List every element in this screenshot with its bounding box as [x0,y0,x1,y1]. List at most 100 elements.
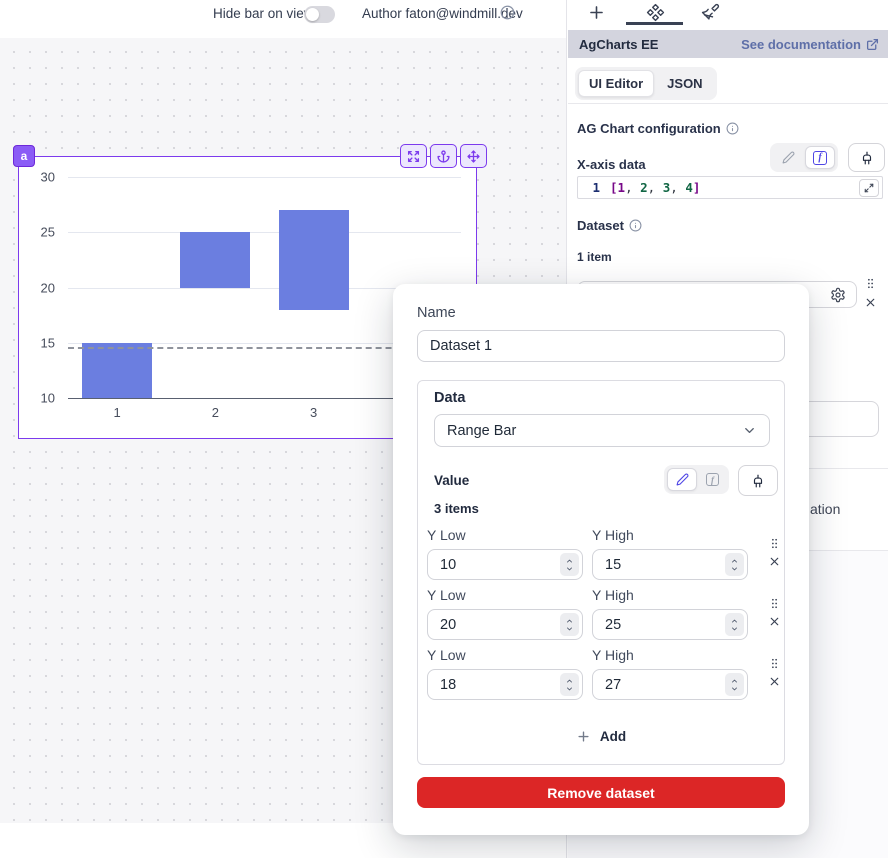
y-axis-tick: 15 [19,335,55,350]
gridline [68,232,461,233]
value-col: Y High [592,587,748,640]
see-documentation-link[interactable]: See documentation [741,37,879,52]
component-icon [646,3,665,22]
add-item-button[interactable]: Add [418,729,784,744]
hide-bar-label: Hide bar on view [213,6,314,21]
fx-icon: f [813,151,827,165]
row-remove-icon[interactable] [768,555,781,568]
x-axis-tick: 1 [87,405,147,420]
code-token: , [625,180,640,195]
component-id-badge: a [13,145,35,167]
remove-dataset-button[interactable]: Remove dataset [417,777,785,808]
value-eval-mode-button[interactable]: f [699,468,726,491]
move-component-button[interactable] [460,144,487,168]
x-axis-tick: 2 [185,405,245,420]
anchor-icon [437,150,450,163]
row-remove-icon[interactable] [768,615,781,628]
dataset-settings-modal: Name Data Range Bar Value f [393,284,809,835]
value-col: Y Low [427,527,583,580]
xaxis-connect-button[interactable] [848,143,885,172]
name-label: Name [417,305,456,321]
dataset-name-input[interactable] [417,330,785,362]
author-label: Author faton@windmill.dev [362,6,523,21]
row-handles [768,597,781,628]
brush-icon [701,3,720,22]
value-input-mode-group: f [664,465,729,494]
row-handles [768,537,781,568]
code-expand-button[interactable] [859,179,879,197]
value-label: Value [434,473,469,488]
y-low-label: Y Low [427,527,583,545]
plus-icon [587,3,606,22]
tab-styling[interactable] [701,3,720,22]
pencil-icon [676,473,689,486]
editor-mode-tabs: UI Editor JSON [575,67,717,100]
anchor-component-button[interactable] [430,144,457,168]
xaxis-input-mode-group: f [770,143,838,172]
tab-json[interactable]: JSON [656,70,713,97]
row-drag-handle[interactable] [768,597,781,610]
gridline [68,177,461,178]
component-title: AgCharts EE [579,37,658,52]
row-handles [768,657,781,688]
stepper-control[interactable] [560,673,579,696]
chevron-down-icon [742,423,757,438]
y-axis-tick: 25 [19,225,55,240]
tab-component-settings[interactable] [646,3,665,22]
y-high-label: Y High [592,587,748,605]
xaxis-static-mode-button[interactable] [773,146,803,169]
stepper-control[interactable] [560,613,579,636]
y-axis-tick: 10 [19,391,55,406]
tab-add-component[interactable] [587,3,606,22]
hidden-text-fragment: ation [810,501,840,517]
range-bar [180,232,250,287]
y-high-label: Y High [592,647,748,665]
dataset-remove-icon[interactable] [864,296,877,309]
stepper-control[interactable] [560,553,579,576]
dataset-count: 1 item [577,250,612,264]
external-link-icon [866,38,879,51]
xaxis-label: X-axis data [577,157,646,172]
value-col: Y Low [427,647,583,700]
dataset-settings-gear-icon[interactable] [830,287,846,303]
code-token: 1 [618,180,626,195]
stepper-control[interactable] [725,613,744,636]
data-config-box: Data Range Bar Value f 3 items Y L [417,380,785,765]
value-connect-button[interactable] [738,465,778,496]
range-bar [82,343,152,398]
config-info-icon[interactable] [726,122,739,135]
row-drag-handle[interactable] [768,657,781,670]
xaxis-code-editor[interactable]: 1 [1, 2, 3, 4] [577,176,883,199]
number-input-wrap [592,549,748,580]
component-toolbar [400,144,487,168]
value-row: Y Low Y High [427,527,779,587]
chart-type-select[interactable]: Range Bar [434,414,770,447]
plug-icon [751,474,765,488]
value-rows: Y LowY HighY LowY HighY LowY High [427,527,779,707]
hide-bar-toggle[interactable] [304,6,335,23]
row-remove-icon[interactable] [768,675,781,688]
items-count: 3 items [434,501,479,516]
dataset-info-icon[interactable] [629,219,642,232]
row-drag-handle[interactable] [768,537,781,550]
expand-component-button[interactable] [400,144,427,168]
tab-ui-editor[interactable]: UI Editor [578,70,654,97]
fx-icon: f [706,473,719,486]
config-section-title: AG Chart configuration [577,121,739,136]
value-col: Y High [592,527,748,580]
stepper-control[interactable] [725,673,744,696]
dataset-drag-handle[interactable] [864,277,877,290]
stepper-control[interactable] [725,553,744,576]
value-static-mode-button[interactable] [667,468,697,491]
xaxis-eval-mode-button[interactable]: f [805,146,835,169]
author-info-icon[interactable] [500,5,515,20]
y-high-label: Y High [592,527,748,545]
value-row: Y LowY High [427,587,779,647]
toggle-knob [306,8,319,21]
maximize-icon [864,183,874,193]
code-token: [ [610,180,618,195]
range-bar [279,210,349,309]
plus-icon [576,729,591,744]
move-icon [467,150,480,163]
value-row: Y Low Y High [427,647,779,707]
